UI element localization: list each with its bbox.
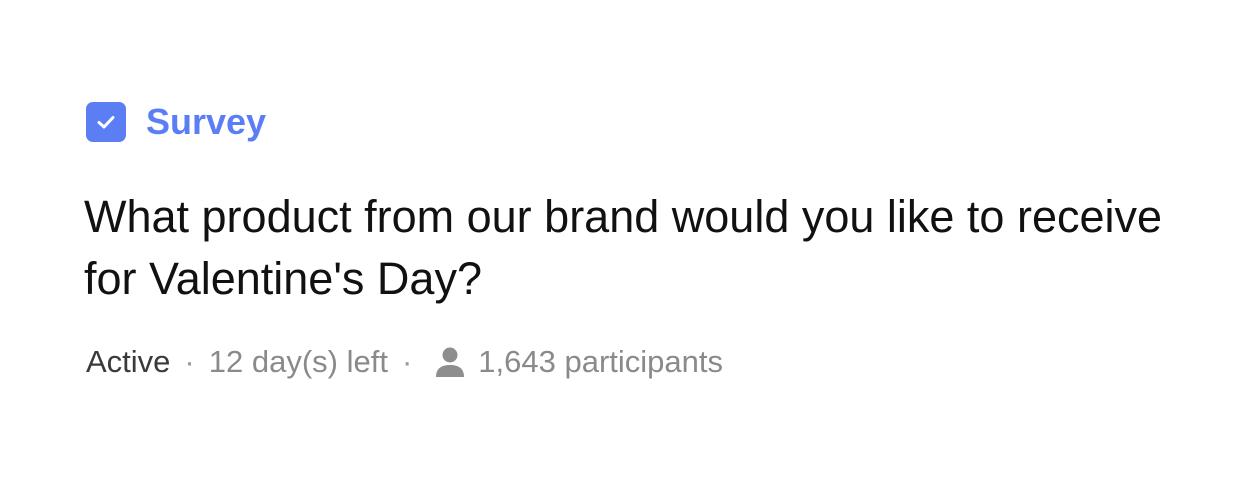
- survey-meta: Active · 12 day(s) left · 1,643 particip…: [86, 342, 723, 382]
- status-text: Active: [86, 344, 171, 379]
- separator-dot: ·: [401, 344, 413, 379]
- post-type-label: Survey: [86, 102, 266, 142]
- post-type-text: Survey: [146, 101, 267, 142]
- time-left-text: 12 day(s) left: [208, 344, 388, 379]
- checkbox-checked-icon: [86, 102, 126, 142]
- separator-dot: ·: [184, 344, 195, 379]
- participants-count: 1,643 participants: [478, 344, 723, 379]
- person-icon: [434, 345, 466, 379]
- survey-title[interactable]: What product from our brand would you li…: [84, 186, 1184, 310]
- survey-card[interactable]: Survey What product from our brand would…: [0, 0, 1247, 480]
